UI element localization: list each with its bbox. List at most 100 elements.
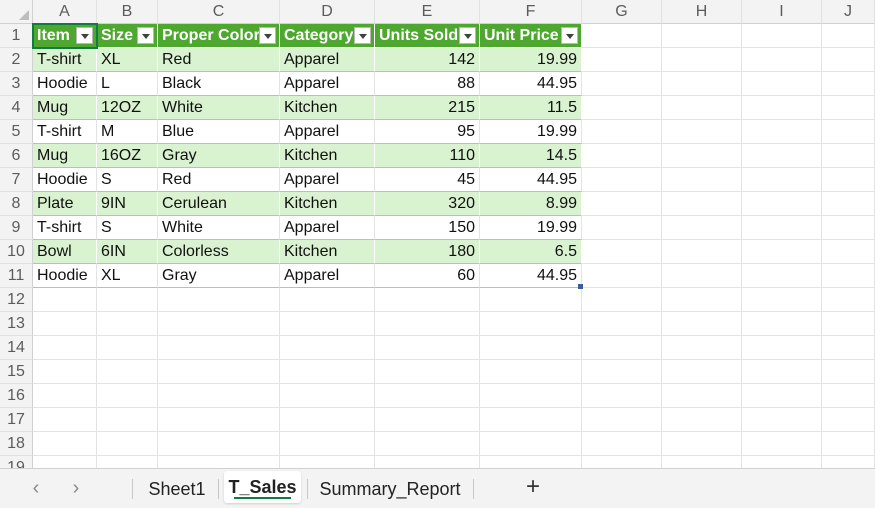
cell-h16[interactable] [662, 384, 742, 408]
table-header-cell[interactable]: Item [33, 24, 97, 48]
table-cell[interactable]: M [97, 120, 158, 144]
table-cell[interactable]: 16OZ [97, 144, 158, 168]
cell-a13[interactable] [33, 312, 97, 336]
table-cell[interactable]: 8.99 [480, 192, 582, 216]
cell-h17[interactable] [662, 408, 742, 432]
table-cell[interactable]: XL [97, 48, 158, 72]
cell-c15[interactable] [158, 360, 280, 384]
cell-g5[interactable] [582, 120, 662, 144]
cell-e12[interactable] [375, 288, 480, 312]
cell-h7[interactable] [662, 168, 742, 192]
table-cell[interactable]: Plate [33, 192, 97, 216]
table-cell[interactable]: Mug [33, 96, 97, 120]
table-cell[interactable]: Kitchen [280, 192, 375, 216]
cell-j12[interactable] [822, 288, 875, 312]
tab-t-sales[interactable]: T_Sales [224, 471, 301, 503]
cell-g9[interactable] [582, 216, 662, 240]
row-header-19[interactable]: 19 [0, 456, 33, 468]
row-header-1[interactable]: 1 [0, 24, 33, 48]
cell-j1[interactable] [822, 24, 875, 48]
column-header-i[interactable]: I [742, 0, 822, 24]
cell-a15[interactable] [33, 360, 97, 384]
row-header-18[interactable]: 18 [0, 432, 33, 456]
table-cell[interactable]: Apparel [280, 120, 375, 144]
table-cell[interactable]: S [97, 168, 158, 192]
row-header-17[interactable]: 17 [0, 408, 33, 432]
cell-j14[interactable] [822, 336, 875, 360]
cell-g17[interactable] [582, 408, 662, 432]
table-cell[interactable]: Mug [33, 144, 97, 168]
table-cell[interactable]: 9IN [97, 192, 158, 216]
cell-e16[interactable] [375, 384, 480, 408]
cell-g3[interactable] [582, 72, 662, 96]
column-header-g[interactable]: G [582, 0, 662, 24]
table-cell[interactable]: 19.99 [480, 48, 582, 72]
column-header-d[interactable]: D [280, 0, 375, 24]
cell-i7[interactable] [742, 168, 822, 192]
table-cell[interactable]: Red [158, 48, 280, 72]
cell-g6[interactable] [582, 144, 662, 168]
cell-j7[interactable] [822, 168, 875, 192]
cell-i9[interactable] [742, 216, 822, 240]
row-header-14[interactable]: 14 [0, 336, 33, 360]
cell-g10[interactable] [582, 240, 662, 264]
row-header-9[interactable]: 9 [0, 216, 33, 240]
cell-i12[interactable] [742, 288, 822, 312]
cell-i10[interactable] [742, 240, 822, 264]
cell-d19[interactable] [280, 456, 375, 468]
cell-d12[interactable] [280, 288, 375, 312]
cell-h1[interactable] [662, 24, 742, 48]
cell-e15[interactable] [375, 360, 480, 384]
cell-d15[interactable] [280, 360, 375, 384]
row-header-15[interactable]: 15 [0, 360, 33, 384]
cell-j3[interactable] [822, 72, 875, 96]
table-header-cell[interactable]: Size [97, 24, 158, 48]
row-header-16[interactable]: 16 [0, 384, 33, 408]
table-cell[interactable]: Blue [158, 120, 280, 144]
cell-j5[interactable] [822, 120, 875, 144]
cell-a16[interactable] [33, 384, 97, 408]
cell-c14[interactable] [158, 336, 280, 360]
table-cell[interactable]: Gray [158, 264, 280, 288]
table-cell[interactable]: Hoodie [33, 72, 97, 96]
cell-b12[interactable] [97, 288, 158, 312]
cell-g1[interactable] [582, 24, 662, 48]
cell-a12[interactable] [33, 288, 97, 312]
cell-g13[interactable] [582, 312, 662, 336]
cell-g14[interactable] [582, 336, 662, 360]
table-cell[interactable]: S [97, 216, 158, 240]
cell-i3[interactable] [742, 72, 822, 96]
cell-h13[interactable] [662, 312, 742, 336]
table-cell[interactable]: 150 [375, 216, 480, 240]
cell-h9[interactable] [662, 216, 742, 240]
table-cell[interactable]: Apparel [280, 48, 375, 72]
cell-b18[interactable] [97, 432, 158, 456]
cell-g19[interactable] [582, 456, 662, 468]
cell-j6[interactable] [822, 144, 875, 168]
column-header-b[interactable]: B [97, 0, 158, 24]
cell-f15[interactable] [480, 360, 582, 384]
cell-c19[interactable] [158, 456, 280, 468]
table-cell[interactable]: Kitchen [280, 240, 375, 264]
cell-b15[interactable] [97, 360, 158, 384]
row-header-8[interactable]: 8 [0, 192, 33, 216]
table-cell[interactable]: Apparel [280, 216, 375, 240]
column-header-f[interactable]: F [480, 0, 582, 24]
cell-h14[interactable] [662, 336, 742, 360]
cell-h4[interactable] [662, 96, 742, 120]
cell-i16[interactable] [742, 384, 822, 408]
cell-h6[interactable] [662, 144, 742, 168]
column-header-c[interactable]: C [158, 0, 280, 24]
row-header-11[interactable]: 11 [0, 264, 33, 288]
cell-b16[interactable] [97, 384, 158, 408]
cell-f19[interactable] [480, 456, 582, 468]
cell-g15[interactable] [582, 360, 662, 384]
cell-c17[interactable] [158, 408, 280, 432]
table-cell[interactable]: 6IN [97, 240, 158, 264]
cell-f16[interactable] [480, 384, 582, 408]
cell-e18[interactable] [375, 432, 480, 456]
cell-a18[interactable] [33, 432, 97, 456]
cell-c13[interactable] [158, 312, 280, 336]
cell-i17[interactable] [742, 408, 822, 432]
table-cell[interactable]: 6.5 [480, 240, 582, 264]
